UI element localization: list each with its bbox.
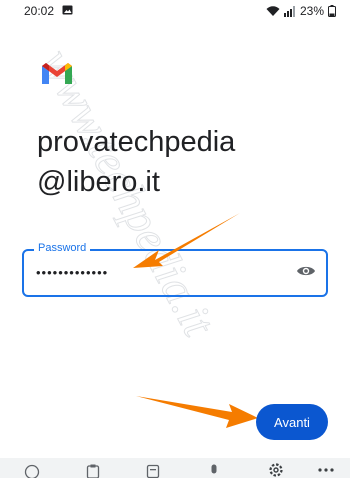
account-email-line2: @libero.it: [37, 166, 160, 198]
battery-percent: 23%: [299, 4, 324, 18]
signal-icon: [283, 5, 295, 17]
password-label: Password: [34, 242, 91, 254]
status-right: 23%: [266, 4, 336, 18]
arrow-to-next-button: [136, 396, 258, 428]
show-password-eye-icon[interactable]: [296, 264, 316, 278]
password-input[interactable]: •••••••••••••: [36, 265, 108, 280]
battery-icon: [328, 5, 336, 17]
emoji-icon[interactable]: [24, 464, 40, 478]
password-field[interactable]: Password •••••••••••••: [22, 242, 328, 297]
settings-icon[interactable]: [268, 462, 284, 478]
status-time: 20:02: [24, 4, 55, 18]
wifi-icon: [266, 5, 280, 16]
gmail-logo: [42, 63, 72, 84]
clipboard-icon[interactable]: [86, 464, 100, 478]
account-email-line1: provatechpedia: [37, 126, 236, 158]
keyboard-toolbar: [0, 458, 350, 478]
image-icon: [62, 5, 73, 15]
microphone-icon[interactable]: [208, 464, 220, 478]
next-button[interactable]: Avanti: [256, 404, 328, 440]
text-tool-icon[interactable]: [146, 464, 160, 478]
more-icon[interactable]: [318, 468, 334, 472]
account-email: provatechpedia @libero.it: [37, 122, 235, 202]
status-bar: 20:02 23%: [0, 0, 350, 24]
